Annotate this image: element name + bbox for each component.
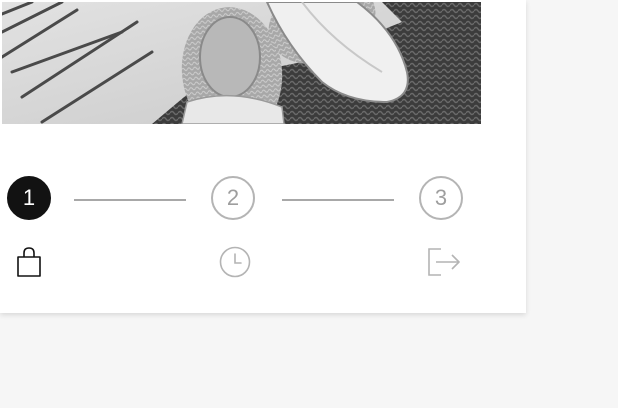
step-1-circle[interactable]: 1 xyxy=(7,176,51,220)
shopping-bag-icon xyxy=(12,245,46,279)
clock-icon xyxy=(218,245,252,279)
step-2-number: 2 xyxy=(226,185,240,210)
step-3-circle[interactable]: 3 xyxy=(419,176,463,220)
checkout-stepper: 1 2 3 xyxy=(0,176,526,226)
logout-icon xyxy=(426,245,460,279)
checkout-card: 1 2 3 xyxy=(0,0,526,313)
step-connector-1-2 xyxy=(74,199,186,201)
product-hero-image xyxy=(2,2,481,124)
step-1-number: 1 xyxy=(22,185,36,210)
step-2-circle[interactable]: 2 xyxy=(211,176,255,220)
step-3-number: 3 xyxy=(434,185,448,210)
step-connector-2-3 xyxy=(282,199,394,201)
